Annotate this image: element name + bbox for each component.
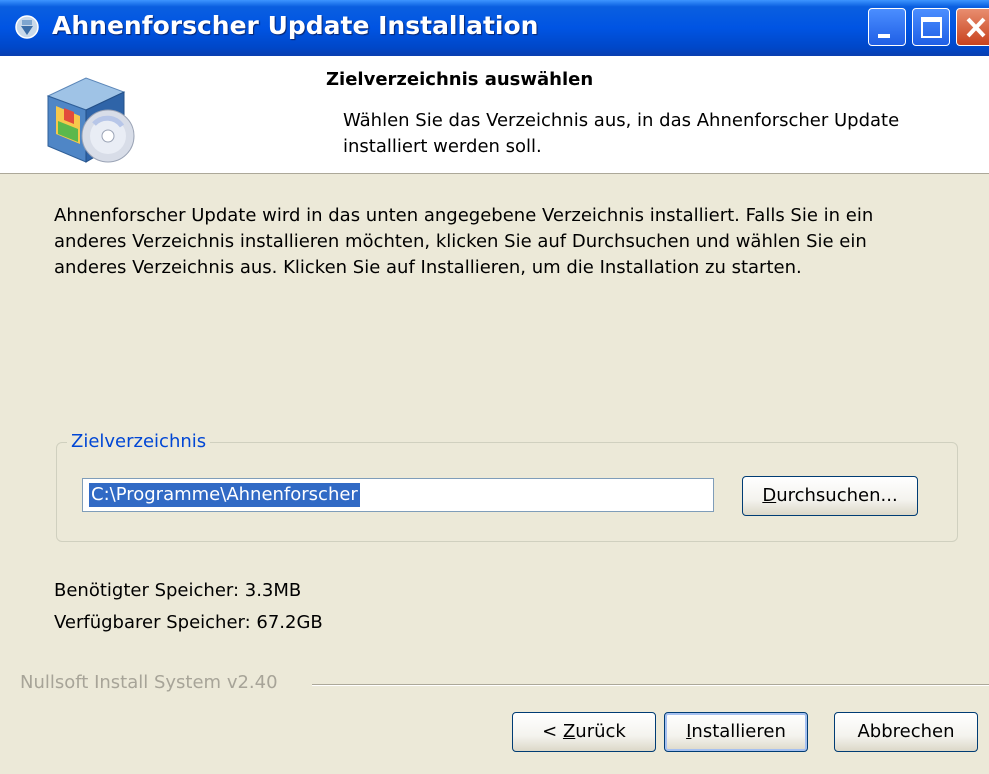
browse-mnemonic: D xyxy=(762,485,777,506)
destination-path-value: C:\Programme\Ahnenforscher xyxy=(89,483,360,507)
installer-app-icon xyxy=(15,15,39,39)
branding-divider xyxy=(312,684,989,686)
back-button[interactable]: < Zurück xyxy=(512,712,656,752)
page-title: Zielverzeichnis auswählen xyxy=(326,69,594,90)
close-icon xyxy=(966,17,986,38)
minimize-button[interactable] xyxy=(868,8,906,46)
intro-text: Ahnenforscher Update wird in das unten a… xyxy=(54,205,874,278)
browse-button[interactable]: Durchsuchen... xyxy=(742,476,918,516)
maximize-button[interactable] xyxy=(912,8,950,46)
wizard-header: Zielverzeichnis auswählen Wählen Sie das… xyxy=(0,56,989,174)
maximize-icon xyxy=(921,17,942,38)
back-prefix: < xyxy=(542,721,563,742)
back-label: urück xyxy=(575,721,626,742)
browse-label: urchsuchen... xyxy=(776,485,898,506)
title-bar[interactable]: Ahnenforscher Update Installation xyxy=(0,0,989,56)
install-button[interactable]: Installieren xyxy=(664,712,808,752)
destination-path-input[interactable]: C:\Programme\Ahnenforscher xyxy=(82,478,714,512)
install-label: nstallieren xyxy=(691,721,786,742)
destination-legend: Zielverzeichnis xyxy=(67,431,211,452)
nsis-branding: Nullsoft Install System v2.40 xyxy=(20,672,278,693)
back-mnemonic: Z xyxy=(562,721,576,742)
space-required: Benötigter Speicher: 3.3MB xyxy=(54,580,302,601)
cancel-button[interactable]: Abbrechen xyxy=(834,712,978,752)
install-box-cd-icon xyxy=(46,77,135,163)
space-available: Verfügbarer Speicher: 67.2GB xyxy=(54,612,323,633)
minimize-icon xyxy=(878,34,890,38)
page-subtitle: Wählen Sie das Verzeichnis aus, in das A… xyxy=(343,110,900,157)
window-title: Ahnenforscher Update Installation xyxy=(52,11,539,40)
close-button[interactable] xyxy=(956,8,989,46)
